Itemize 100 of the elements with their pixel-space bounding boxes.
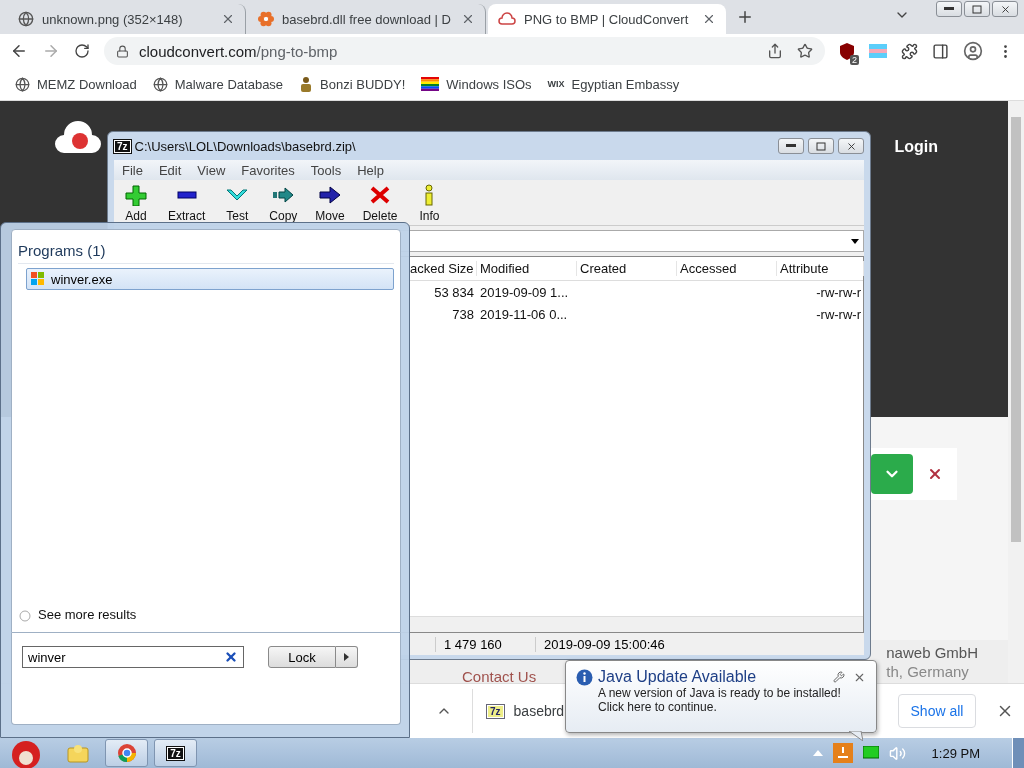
search-icon	[18, 607, 32, 622]
toolbar-button[interactable]: Extract	[168, 184, 206, 225]
show-desktop-button[interactable]	[1012, 738, 1024, 768]
status-text: 2019-09-09 15:00:46	[535, 636, 755, 652]
close-button[interactable]	[838, 138, 864, 154]
toolbar-button[interactable]: Test	[223, 184, 252, 225]
table-cell-text: -rw-rw-r	[815, 284, 862, 300]
side-panel-icon[interactable]	[932, 42, 949, 60]
info-icon	[576, 668, 593, 686]
menu-item[interactable]: Favorites	[241, 162, 295, 178]
lock-button[interactable]: Lock	[268, 646, 336, 668]
menu-item[interactable]: Help	[357, 162, 384, 178]
close-icon	[999, 3, 1011, 15]
puzzle-icon[interactable]	[901, 42, 918, 60]
flower-icon	[258, 11, 274, 27]
share-icon[interactable]	[767, 43, 783, 59]
caret-icon	[344, 653, 349, 661]
wrench-icon[interactable]	[833, 670, 845, 684]
maximize-icon	[816, 141, 826, 151]
close-button[interactable]	[992, 1, 1018, 17]
column-header[interactable]: Modified	[477, 261, 577, 276]
search-result[interactable]: winver.exe	[26, 268, 394, 290]
info-icon	[425, 184, 434, 206]
lock-icon[interactable]	[116, 44, 129, 58]
column-header[interactable]: Created	[577, 261, 677, 276]
minimize-icon	[944, 7, 954, 11]
clear-icon[interactable]	[224, 650, 238, 664]
clock: 1:29 PM	[931, 745, 980, 761]
bookmark-link[interactable]: Bonzi BUDDY!	[320, 76, 406, 92]
7z-logo: 7z	[167, 746, 184, 760]
back-icon[interactable]	[10, 42, 28, 60]
wix-logo: WIX	[547, 79, 565, 89]
table-cell-text: 2019-09-09 1...	[479, 284, 570, 300]
notification-balloon[interactable]: Java Update Available A new version of Java is ready to be installed! Click here to continue.	[565, 660, 877, 733]
java-icon[interactable]	[832, 743, 853, 763]
folder-icon	[65, 743, 90, 763]
star-icon[interactable]	[797, 43, 813, 59]
bookmark-link[interactable]: MEMZ Download	[37, 76, 137, 92]
close-icon	[845, 140, 857, 152]
menu-item[interactable]: View	[197, 162, 226, 178]
remove-icon[interactable]	[927, 466, 943, 482]
toolbar-button[interactable]: Add	[122, 184, 150, 225]
balloon-text: A new version of Java is ready to be installed!	[597, 686, 842, 700]
menu-item[interactable]: File	[122, 162, 143, 178]
table-cell-text: 53 834	[433, 284, 475, 300]
close-icon[interactable]	[702, 12, 716, 26]
close-icon[interactable]	[221, 12, 235, 26]
close-icon[interactable]	[461, 12, 475, 26]
figure-icon	[299, 76, 314, 92]
column-header[interactable]: Accessed	[677, 261, 777, 276]
toolbar-button[interactable]: Copy	[269, 184, 298, 225]
double-arrow-icon	[271, 184, 296, 206]
address-bar[interactable]: cloudconvert.com/png-to-bmp	[104, 37, 825, 65]
see-more-link[interactable]: See more results	[18, 607, 394, 622]
search-field[interactable]: winver	[22, 646, 244, 668]
toolbar-button[interactable]: Move	[315, 184, 345, 225]
scrollbar[interactable]	[1008, 101, 1024, 683]
scrollbar[interactable]	[407, 616, 863, 632]
cloud-logo	[54, 121, 104, 155]
menu-item[interactable]: Edit	[158, 162, 182, 178]
table-cell-text: 2019-11-06 0...	[479, 306, 569, 322]
minimize-button[interactable]	[936, 1, 962, 17]
balloon-title: Java Update Available	[598, 668, 757, 686]
balloon-tail	[849, 731, 863, 741]
company-name: naweb GmbH	[886, 643, 978, 661]
arrow-button[interactable]	[336, 646, 358, 668]
archive-icon: 7z	[487, 704, 504, 718]
bookmark-link[interactable]: Windows ISOs	[446, 76, 532, 92]
rainbow-flag-icon	[421, 77, 440, 91]
profile-icon[interactable]	[963, 41, 983, 61]
login-link[interactable]: Login	[894, 138, 938, 156]
minimize-button[interactable]	[778, 138, 804, 154]
globe-icon	[15, 76, 30, 92]
browser-tab[interactable]: PNG to BMP | CloudConvert	[488, 4, 726, 34]
new-tab-icon[interactable]	[736, 8, 754, 26]
contact-link[interactable]: Contact Us	[462, 668, 537, 685]
column-header[interactable]: Attribute	[777, 261, 864, 276]
bookmark-link[interactable]: Egyptian Embassy	[571, 76, 680, 92]
toolbar-button[interactable]: Delete	[362, 184, 398, 225]
company-address: th, Germany	[886, 662, 970, 680]
table-cell-text: -rw-rw-r	[815, 306, 862, 322]
maximize-icon	[972, 4, 982, 14]
show-all-button[interactable]: Show all	[898, 694, 976, 728]
balloon-text: Click here to continue.	[597, 700, 718, 714]
count-badge: 2	[850, 55, 859, 65]
download-item[interactable]: basebrd	[513, 703, 565, 719]
globe-icon	[152, 76, 168, 92]
reload-icon[interactable]	[74, 43, 90, 59]
menu-item[interactable]: Tools	[310, 162, 342, 178]
window-title: C:\Users\LOL\Downloads\basebrd.zip\	[134, 138, 356, 154]
taskbar-button[interactable]	[105, 739, 148, 767]
taskbar-button[interactable]: 7z	[154, 739, 197, 767]
windows-logo	[31, 272, 45, 286]
caret-icon	[851, 238, 859, 244]
toolbar-button[interactable]: Info	[415, 184, 444, 225]
arrow-right-icon	[318, 184, 343, 206]
globe-icon	[18, 11, 34, 27]
table-cell-text: 738	[451, 306, 475, 322]
minimize-icon	[786, 144, 796, 148]
bookmark-link[interactable]: Malware Database	[174, 76, 284, 92]
